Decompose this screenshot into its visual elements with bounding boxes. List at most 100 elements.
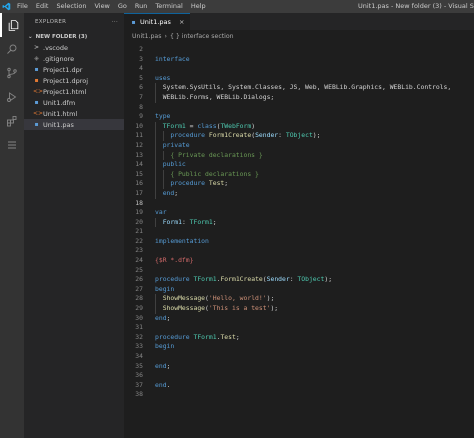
- line-number: 24: [135, 256, 143, 265]
- code-token: procedure: [155, 131, 209, 140]
- menu-item-selection[interactable]: Selection: [52, 0, 90, 13]
- tree-item-unit1-dfm[interactable]: ▪ Unit1.dfm: [24, 97, 124, 108]
- line-number: 14: [135, 160, 143, 169]
- tab-unit1-pas[interactable]: ▪ Unit1.pas ×: [124, 13, 191, 30]
- tree-item-project1-dpr[interactable]: ▪ Project1.dpr: [24, 64, 124, 75]
- code-line[interactable]: 34: [124, 352, 474, 362]
- code-line[interactable]: 9 type: [124, 112, 474, 122]
- code-line[interactable]: 35 end;: [124, 362, 474, 372]
- sidebar-title: EXPLORER: [35, 19, 67, 25]
- code-line[interactable]: 32 procedure TForm1.Test;: [124, 333, 474, 343]
- tree-item-gitignore[interactable]: ◈ .gitignore: [24, 53, 124, 64]
- code-line[interactable]: 13 { Private declarations }: [124, 150, 474, 161]
- run-debug-icon[interactable]: [0, 85, 24, 109]
- code-token: procedure: [155, 275, 194, 284]
- line-number: 28: [135, 294, 143, 303]
- code-line[interactable]: 21: [124, 227, 474, 237]
- breadcrumb-symbol[interactable]: { } interface section: [170, 33, 234, 40]
- code-line[interactable]: 17 end;: [124, 188, 474, 199]
- tree-item-vscode[interactable]: > .vscode: [24, 42, 124, 53]
- menu-item-file[interactable]: File: [13, 0, 32, 13]
- code-line[interactable]: 33 begin: [124, 342, 474, 352]
- code-text: var: [155, 208, 167, 218]
- more-actions-icon[interactable]: ···: [112, 19, 118, 25]
- tree-item-unit1-html[interactable]: <> Unit1.html: [24, 108, 124, 119]
- breadcrumb-file[interactable]: Unit1.pas: [132, 33, 161, 40]
- code-line[interactable]: 16 procedure Test;: [124, 179, 474, 189]
- code-text: { Public declarations }: [155, 170, 259, 180]
- remote-explorer-icon[interactable]: [0, 133, 24, 157]
- source-control-icon[interactable]: [0, 61, 24, 85]
- code-token: Sender: [255, 131, 279, 140]
- extensions-icon[interactable]: [0, 109, 24, 133]
- code-text: { Private declarations }: [155, 151, 262, 161]
- code-line[interactable]: 30 end;: [124, 314, 474, 324]
- code-line[interactable]: 37 end.: [124, 381, 474, 391]
- vscode-logo-icon: [0, 0, 13, 13]
- code-text: private: [155, 141, 190, 151]
- code-editor[interactable]: 2 3 interface 4 5 uses 6 System.SysUtils, Syst…: [124, 45, 474, 400]
- code-token: );: [266, 294, 275, 303]
- line-number: 16: [135, 179, 143, 188]
- code-token: TObject: [297, 275, 325, 284]
- tree-item-label: Project1.dpr: [43, 65, 83, 74]
- code-line[interactable]: 26 procedure TForm1.Form1Create(Sender: T…: [124, 275, 474, 285]
- code-line[interactable]: 18: [124, 199, 474, 209]
- line-number: 33: [135, 342, 143, 351]
- code-line[interactable]: 3 interface: [124, 55, 474, 65]
- code-line[interactable]: 12 private: [124, 140, 474, 151]
- pascal-file-icon: ▪: [131, 18, 136, 26]
- code-line[interactable]: 31: [124, 323, 474, 333]
- tree-item-label: .gitignore: [43, 54, 75, 63]
- code-line[interactable]: 36: [124, 371, 474, 381]
- tree-item-project1-dproj[interactable]: ▪ Project1.dproj: [24, 75, 124, 86]
- code-text: public: [155, 160, 186, 170]
- code-token: ;: [166, 313, 171, 322]
- menu-item-edit[interactable]: Edit: [32, 0, 53, 13]
- code-line[interactable]: 5 uses: [124, 74, 474, 84]
- line-number: 17: [135, 188, 143, 197]
- tree-item-project1-html[interactable]: <> Project1.html: [24, 86, 124, 97]
- menu-item-terminal[interactable]: Terminal: [151, 0, 186, 13]
- code-token: ;: [166, 361, 171, 370]
- line-number: 38: [135, 390, 143, 399]
- tree-item-label: Unit1.dfm: [43, 98, 76, 107]
- code-line[interactable]: 28 ShowMessage('Hello, world!');: [124, 294, 474, 305]
- code-line[interactable]: 4: [124, 64, 474, 74]
- menu-item-run[interactable]: Run: [131, 0, 151, 13]
- close-icon[interactable]: ×: [179, 18, 184, 26]
- code-line[interactable]: 15 { Public declarations }: [124, 169, 474, 180]
- line-number: 34: [135, 352, 143, 360]
- menu-item-help[interactable]: Help: [187, 0, 210, 13]
- code-line[interactable]: 2: [124, 45, 474, 55]
- code-token: procedure: [155, 179, 209, 188]
- code-token: end: [155, 313, 167, 322]
- code-line[interactable]: 25: [124, 266, 474, 276]
- code-line[interactable]: 11 procedure Form1Create(Sender: TObject…: [124, 131, 474, 141]
- tree-item-unit1-pas[interactable]: ▪ Unit1.pas: [24, 119, 124, 130]
- code-line[interactable]: 27 begin: [124, 285, 474, 295]
- code-line[interactable]: 8: [124, 103, 474, 113]
- folder-header[interactable]: ⌄ NEW FOLDER (3): [24, 31, 124, 42]
- sidebar-header: EXPLORER ···: [24, 13, 124, 31]
- code-line[interactable]: 23: [124, 246, 474, 256]
- code-line[interactable]: 19 var: [124, 208, 474, 218]
- code-line[interactable]: 14 public: [124, 160, 474, 170]
- line-number: 25: [135, 265, 143, 274]
- search-icon[interactable]: [0, 37, 24, 61]
- menu-item-view[interactable]: View: [90, 0, 113, 13]
- code-line[interactable]: 10 TForm1 = class(TWebForm): [124, 121, 474, 132]
- code-line[interactable]: 24 {$R *.dfm}: [124, 256, 474, 266]
- code-line[interactable]: 7 WEBLib.Forms, WEBLib.Dialogs;: [124, 92, 474, 103]
- code-text: System.SysUtils, System.Classes, JS, Web…: [155, 83, 452, 93]
- code-line[interactable]: 38: [124, 390, 474, 400]
- code-line[interactable]: 22 implementation: [124, 237, 474, 247]
- explorer-icon[interactable]: [0, 13, 24, 37]
- tree-item-label: Project1.html: [43, 87, 87, 96]
- menu-item-go[interactable]: Go: [114, 0, 131, 13]
- code-line[interactable]: 29 ShowMessage('This is a test');: [124, 304, 474, 314]
- code-token: :: [278, 131, 286, 140]
- line-number: 3: [139, 54, 143, 63]
- code-line[interactable]: 6 System.SysUtils, System.Classes, JS, W…: [124, 83, 474, 93]
- code-line[interactable]: 20 Form1: TForm1;: [124, 217, 474, 228]
